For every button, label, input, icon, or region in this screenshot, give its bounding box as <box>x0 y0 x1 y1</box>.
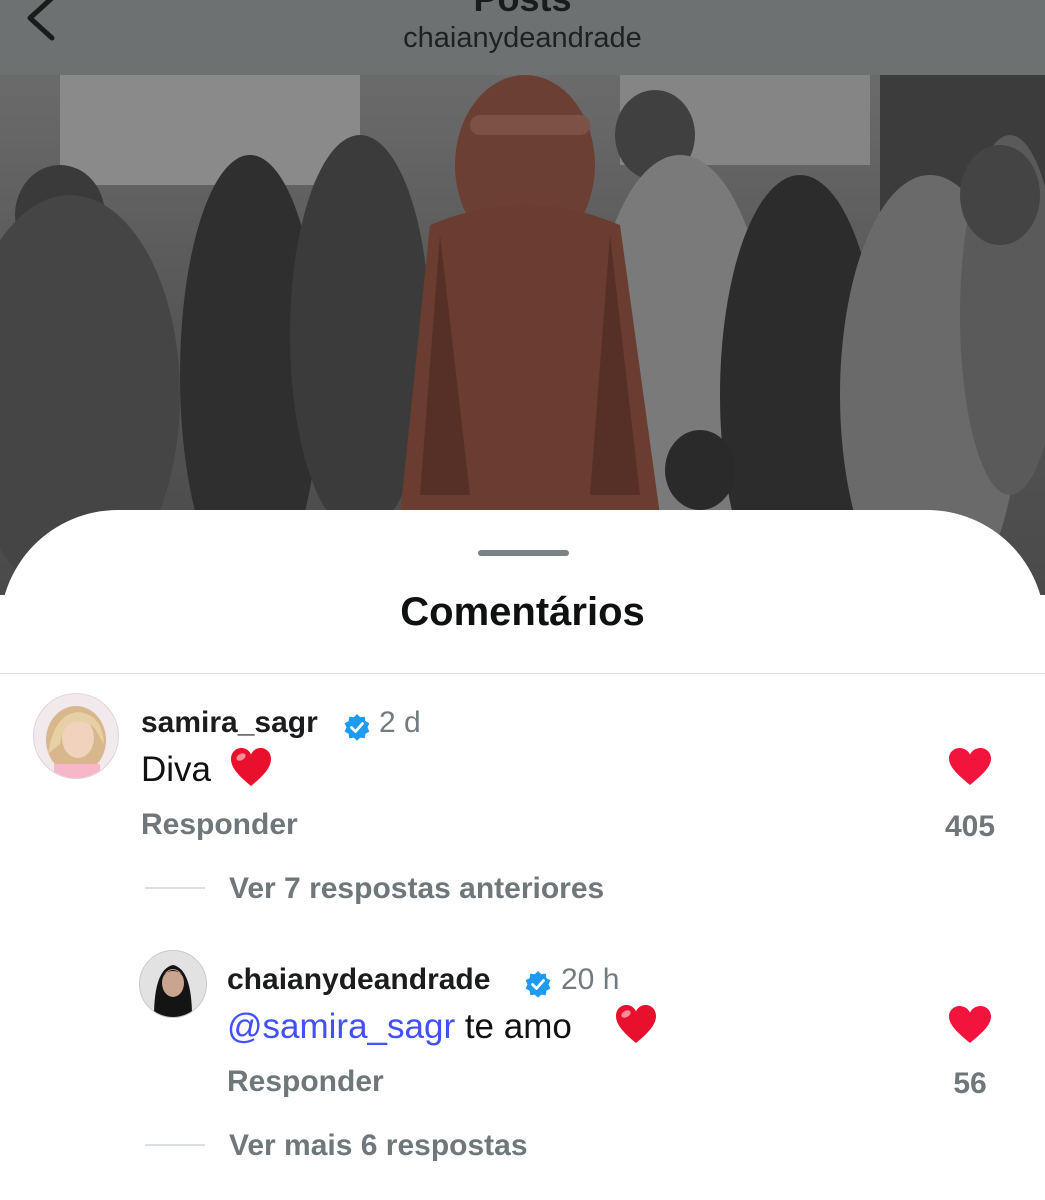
view-more-replies-button[interactable]: Ver mais 6 respostas <box>229 1129 528 1163</box>
avatar[interactable] <box>139 950 207 1018</box>
comment-username[interactable]: samira_sagr <box>141 706 318 740</box>
page-title: Posts <box>0 0 1045 20</box>
verified-badge-icon <box>344 714 370 741</box>
reply-username[interactable]: chaianydeandrade <box>227 963 490 997</box>
verified-badge-icon <box>525 971 551 998</box>
comments-sheet: Comentários samira_sagr 2 d Diva Respond… <box>0 510 1045 1200</box>
like-heart-icon[interactable] <box>948 1005 992 1045</box>
reply-button[interactable]: Responder <box>227 1065 384 1099</box>
like-count: 405 <box>944 810 996 843</box>
reply-message: te amo <box>455 1007 572 1046</box>
title-divider <box>0 673 1045 674</box>
like-count: 56 <box>953 1067 987 1100</box>
reply-button[interactable]: Responder <box>141 808 298 842</box>
comment-timestamp: 2 d <box>379 706 421 739</box>
like-heart-icon[interactable] <box>948 747 992 787</box>
mention-link[interactable]: @samira_sagr <box>227 1007 455 1046</box>
thread-line <box>145 1144 205 1146</box>
top-navigation-bar: Posts chaianydeandrade <box>0 0 1045 75</box>
avatar-photo-icon <box>140 951 206 1017</box>
view-previous-replies-button[interactable]: Ver 7 respostas anteriores <box>229 872 604 906</box>
comment-text: Diva <box>141 750 212 789</box>
thread-line <box>145 887 205 889</box>
red-heart-emoji-icon <box>616 1005 656 1043</box>
reply-text: @samira_sagr te amo <box>227 1007 572 1047</box>
avatar-photo-icon <box>46 706 106 778</box>
sheet-drag-handle[interactable] <box>478 550 569 556</box>
comments-title: Comentários <box>400 590 645 634</box>
reply-timestamp: 20 h <box>561 963 620 996</box>
avatar[interactable] <box>33 693 119 779</box>
page-subtitle-username[interactable]: chaianydeandrade <box>0 22 1045 55</box>
red-heart-emoji-icon <box>231 748 271 786</box>
